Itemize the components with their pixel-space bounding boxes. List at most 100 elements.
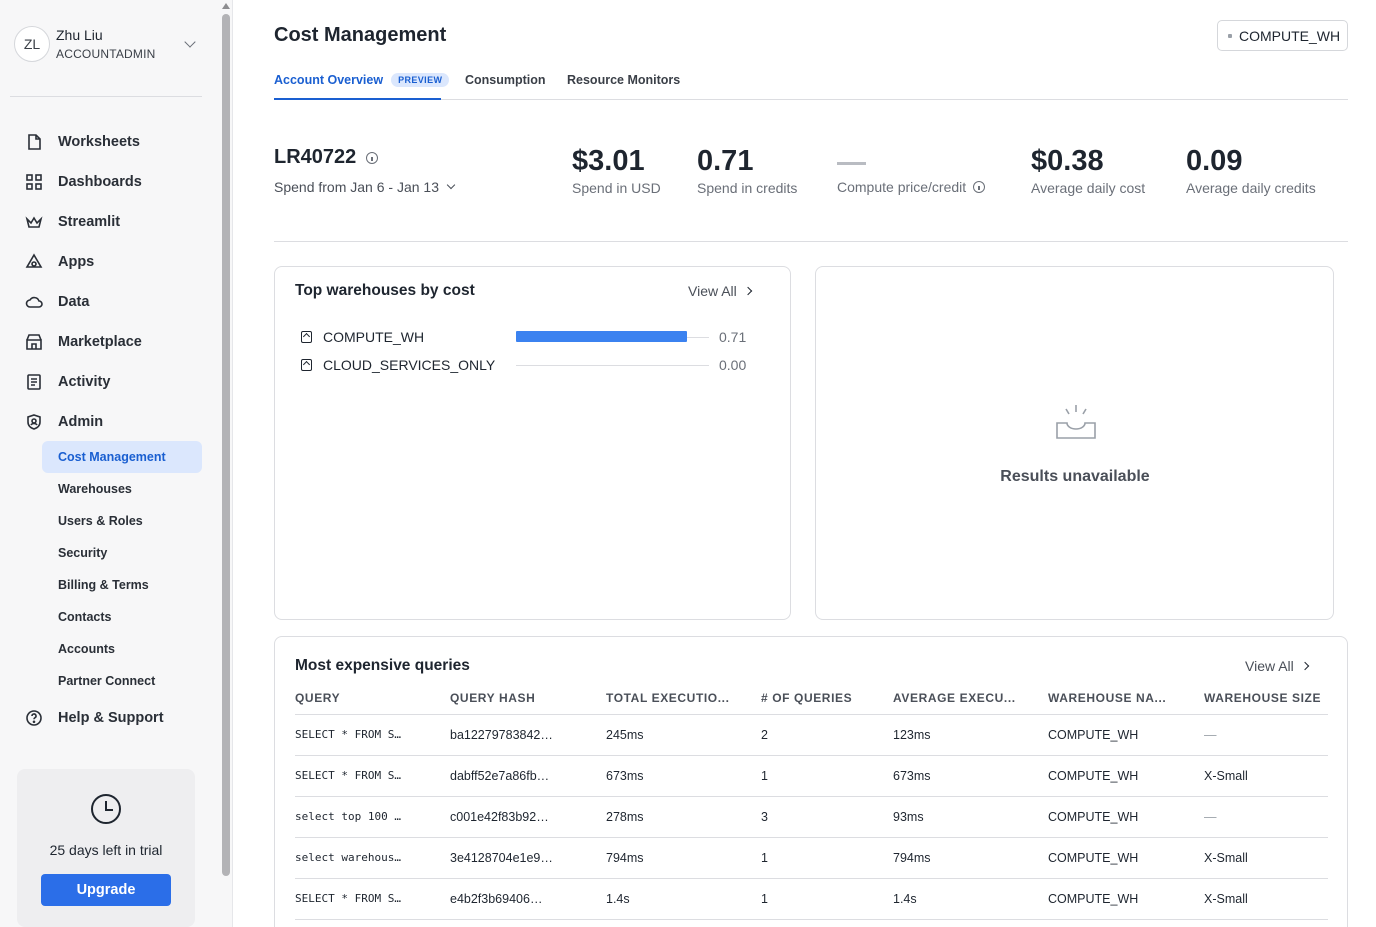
view-all-link[interactable]: View All: [688, 283, 753, 299]
column-header[interactable]: QUERY: [295, 682, 450, 715]
warehouse-selector-label: COMPUTE_WH: [1239, 27, 1341, 44]
stat-label: Spend in USD: [572, 180, 661, 196]
stat-value: 0.71: [697, 145, 754, 177]
info-icon[interactable]: [973, 181, 986, 193]
sidebar-item-label: Help & Support: [58, 710, 164, 726]
query-count: 1: [761, 878, 893, 920]
chevron-right-icon: [743, 286, 753, 296]
sidebar-item-data[interactable]: Data: [0, 282, 219, 322]
admin-subnav: Cost Management Warehouses Users & Roles…: [42, 441, 202, 697]
sidebar-item-label: Streamlit: [58, 214, 121, 230]
bar-track: [516, 365, 709, 366]
sidebar-item-admin[interactable]: Admin: [0, 402, 219, 442]
column-header[interactable]: WAREHOUSE NA...: [1048, 682, 1204, 715]
apps-icon: [25, 253, 43, 271]
warehouse-selector[interactable]: COMPUTE_WH: [1217, 20, 1348, 51]
empty-value-dash: [837, 162, 866, 165]
subnav-cost-management[interactable]: Cost Management: [42, 441, 202, 473]
query-count: 2: [761, 714, 893, 756]
sidebar-scrollbar[interactable]: [219, 0, 233, 927]
total-execution: 278ms: [606, 796, 761, 838]
sidebar-item-dashboards[interactable]: Dashboards: [0, 162, 219, 202]
sidebar-item-marketplace[interactable]: Marketplace: [0, 322, 219, 362]
date-range-label: Spend from Jan 6 - Jan 13: [274, 179, 439, 195]
scroll-thumb[interactable]: [222, 14, 230, 876]
warehouse-row[interactable]: CLOUD_SERVICES_ONLY 0.00: [301, 355, 761, 375]
view-all-label: View All: [688, 283, 737, 299]
table-header-row: QUERY QUERY HASH TOTAL EXECUTIO... # OF …: [295, 682, 1328, 715]
sidebar-item-streamlit[interactable]: Streamlit: [0, 202, 219, 242]
cost-bar: [516, 331, 687, 342]
trial-panel: 25 days left in trial Upgrade: [17, 769, 195, 927]
average-execution: 123ms: [893, 714, 1048, 756]
subnav-warehouses[interactable]: Warehouses: [42, 473, 202, 505]
column-header[interactable]: # OF QUERIES: [761, 682, 893, 715]
table-row[interactable]: select warehous… 3e4128704e1e9… 794ms 1 …: [295, 837, 1328, 879]
sidebar-item-worksheets[interactable]: Worksheets: [0, 122, 219, 162]
stat-value: $0.38: [1031, 145, 1104, 177]
stat-label: Compute price/credit: [837, 179, 967, 195]
tab-consumption[interactable]: Consumption: [465, 73, 546, 87]
warehouse-name: COMPUTE_WH: [323, 329, 425, 345]
expensive-queries-card: Most expensive queries View All QUERY QU…: [274, 636, 1348, 927]
column-header[interactable]: WAREHOUSE SIZE: [1204, 682, 1328, 715]
queries-table: QUERY QUERY HASH TOTAL EXECUTIO... # OF …: [295, 682, 1328, 920]
warehouse-credits: 0.71: [719, 329, 747, 345]
warehouse-credits: 0.00: [719, 357, 747, 373]
subnav-partner-connect[interactable]: Partner Connect: [42, 665, 202, 697]
warehouse-name: COMPUTE_WH: [1048, 878, 1204, 920]
warehouse-size: —: [1204, 796, 1328, 838]
account-summary: LR40722 Spend from Jan 6 - Jan 13: [274, 146, 456, 195]
info-icon[interactable]: [366, 151, 379, 164]
view-all-link[interactable]: View All: [1245, 658, 1310, 674]
query-text: select top 100 …: [295, 796, 450, 838]
average-execution: 93ms: [893, 796, 1048, 838]
main-content: Cost Management COMPUTE_WH Account Overv…: [234, 0, 1376, 927]
total-execution: 1.4s: [606, 878, 761, 920]
column-header[interactable]: AVERAGE EXECU...: [893, 682, 1048, 715]
query-text: select warehous…: [295, 837, 450, 879]
column-header[interactable]: QUERY HASH: [450, 682, 606, 715]
query-count: 1: [761, 755, 893, 797]
upgrade-button[interactable]: Upgrade: [41, 874, 171, 906]
sidebar-item-help[interactable]: Help & Support: [0, 698, 219, 738]
sidebar-item-apps[interactable]: Apps: [0, 242, 219, 282]
stat-label: Average daily cost: [1031, 180, 1146, 196]
column-header[interactable]: TOTAL EXECUTIO...: [606, 682, 761, 715]
shield-icon: [25, 413, 43, 431]
sidebar-item-activity[interactable]: Activity: [0, 362, 219, 402]
sidebar-nav: Worksheets Dashboards Streamlit Apps Dat…: [0, 122, 219, 442]
total-execution: 794ms: [606, 837, 761, 879]
query-hash: c001e42f83b92…: [450, 796, 606, 838]
warehouse-size: X-Small: [1204, 755, 1328, 797]
tab-account-overview[interactable]: Account Overview PREVIEW: [274, 73, 450, 87]
subnav-billing-terms[interactable]: Billing & Terms: [42, 569, 202, 601]
tab-label: Account Overview: [274, 73, 384, 87]
table-row[interactable]: SELECT * FROM S… ba12279783842… 245ms 2 …: [295, 714, 1328, 756]
scroll-up-arrow[interactable]: [222, 3, 230, 9]
trial-text: 25 days left in trial: [49, 842, 163, 858]
user-menu[interactable]: ZL Zhu Liu ACCOUNTADMIN: [14, 24, 204, 64]
warehouse-row[interactable]: COMPUTE_WH 0.71: [301, 327, 761, 347]
average-execution: 1.4s: [893, 878, 1048, 920]
query-hash: ba12279783842…: [450, 714, 606, 756]
table-row[interactable]: SELECT * FROM S… dabff52e7a86fb… 673ms 1…: [295, 755, 1328, 797]
chevron-down-icon[interactable]: [184, 36, 196, 48]
table-row[interactable]: SELECT * FROM S… e4b2f3b69406… 1.4s 1 1.…: [295, 878, 1328, 920]
subnav-users-roles[interactable]: Users & Roles: [42, 505, 202, 537]
view-all-label: View All: [1245, 658, 1294, 674]
subnav-accounts[interactable]: Accounts: [42, 633, 202, 665]
query-hash: 3e4128704e1e9…: [450, 837, 606, 879]
tab-resource-monitors[interactable]: Resource Monitors: [567, 73, 680, 87]
total-execution: 245ms: [606, 714, 761, 756]
stat-value: $3.01: [572, 145, 645, 177]
sidebar-item-label: Admin: [58, 414, 104, 430]
table-row[interactable]: select top 100 … c001e42f83b92… 278ms 3 …: [295, 796, 1328, 838]
card-title: Most expensive queries: [295, 657, 470, 674]
status-dot: [1228, 33, 1232, 38]
subnav-contacts[interactable]: Contacts: [42, 601, 202, 633]
subnav-security[interactable]: Security: [42, 537, 202, 569]
sidebar-divider: [10, 96, 202, 97]
query-text: SELECT * FROM S…: [295, 755, 450, 797]
date-range-selector[interactable]: Spend from Jan 6 - Jan 13: [274, 179, 456, 195]
